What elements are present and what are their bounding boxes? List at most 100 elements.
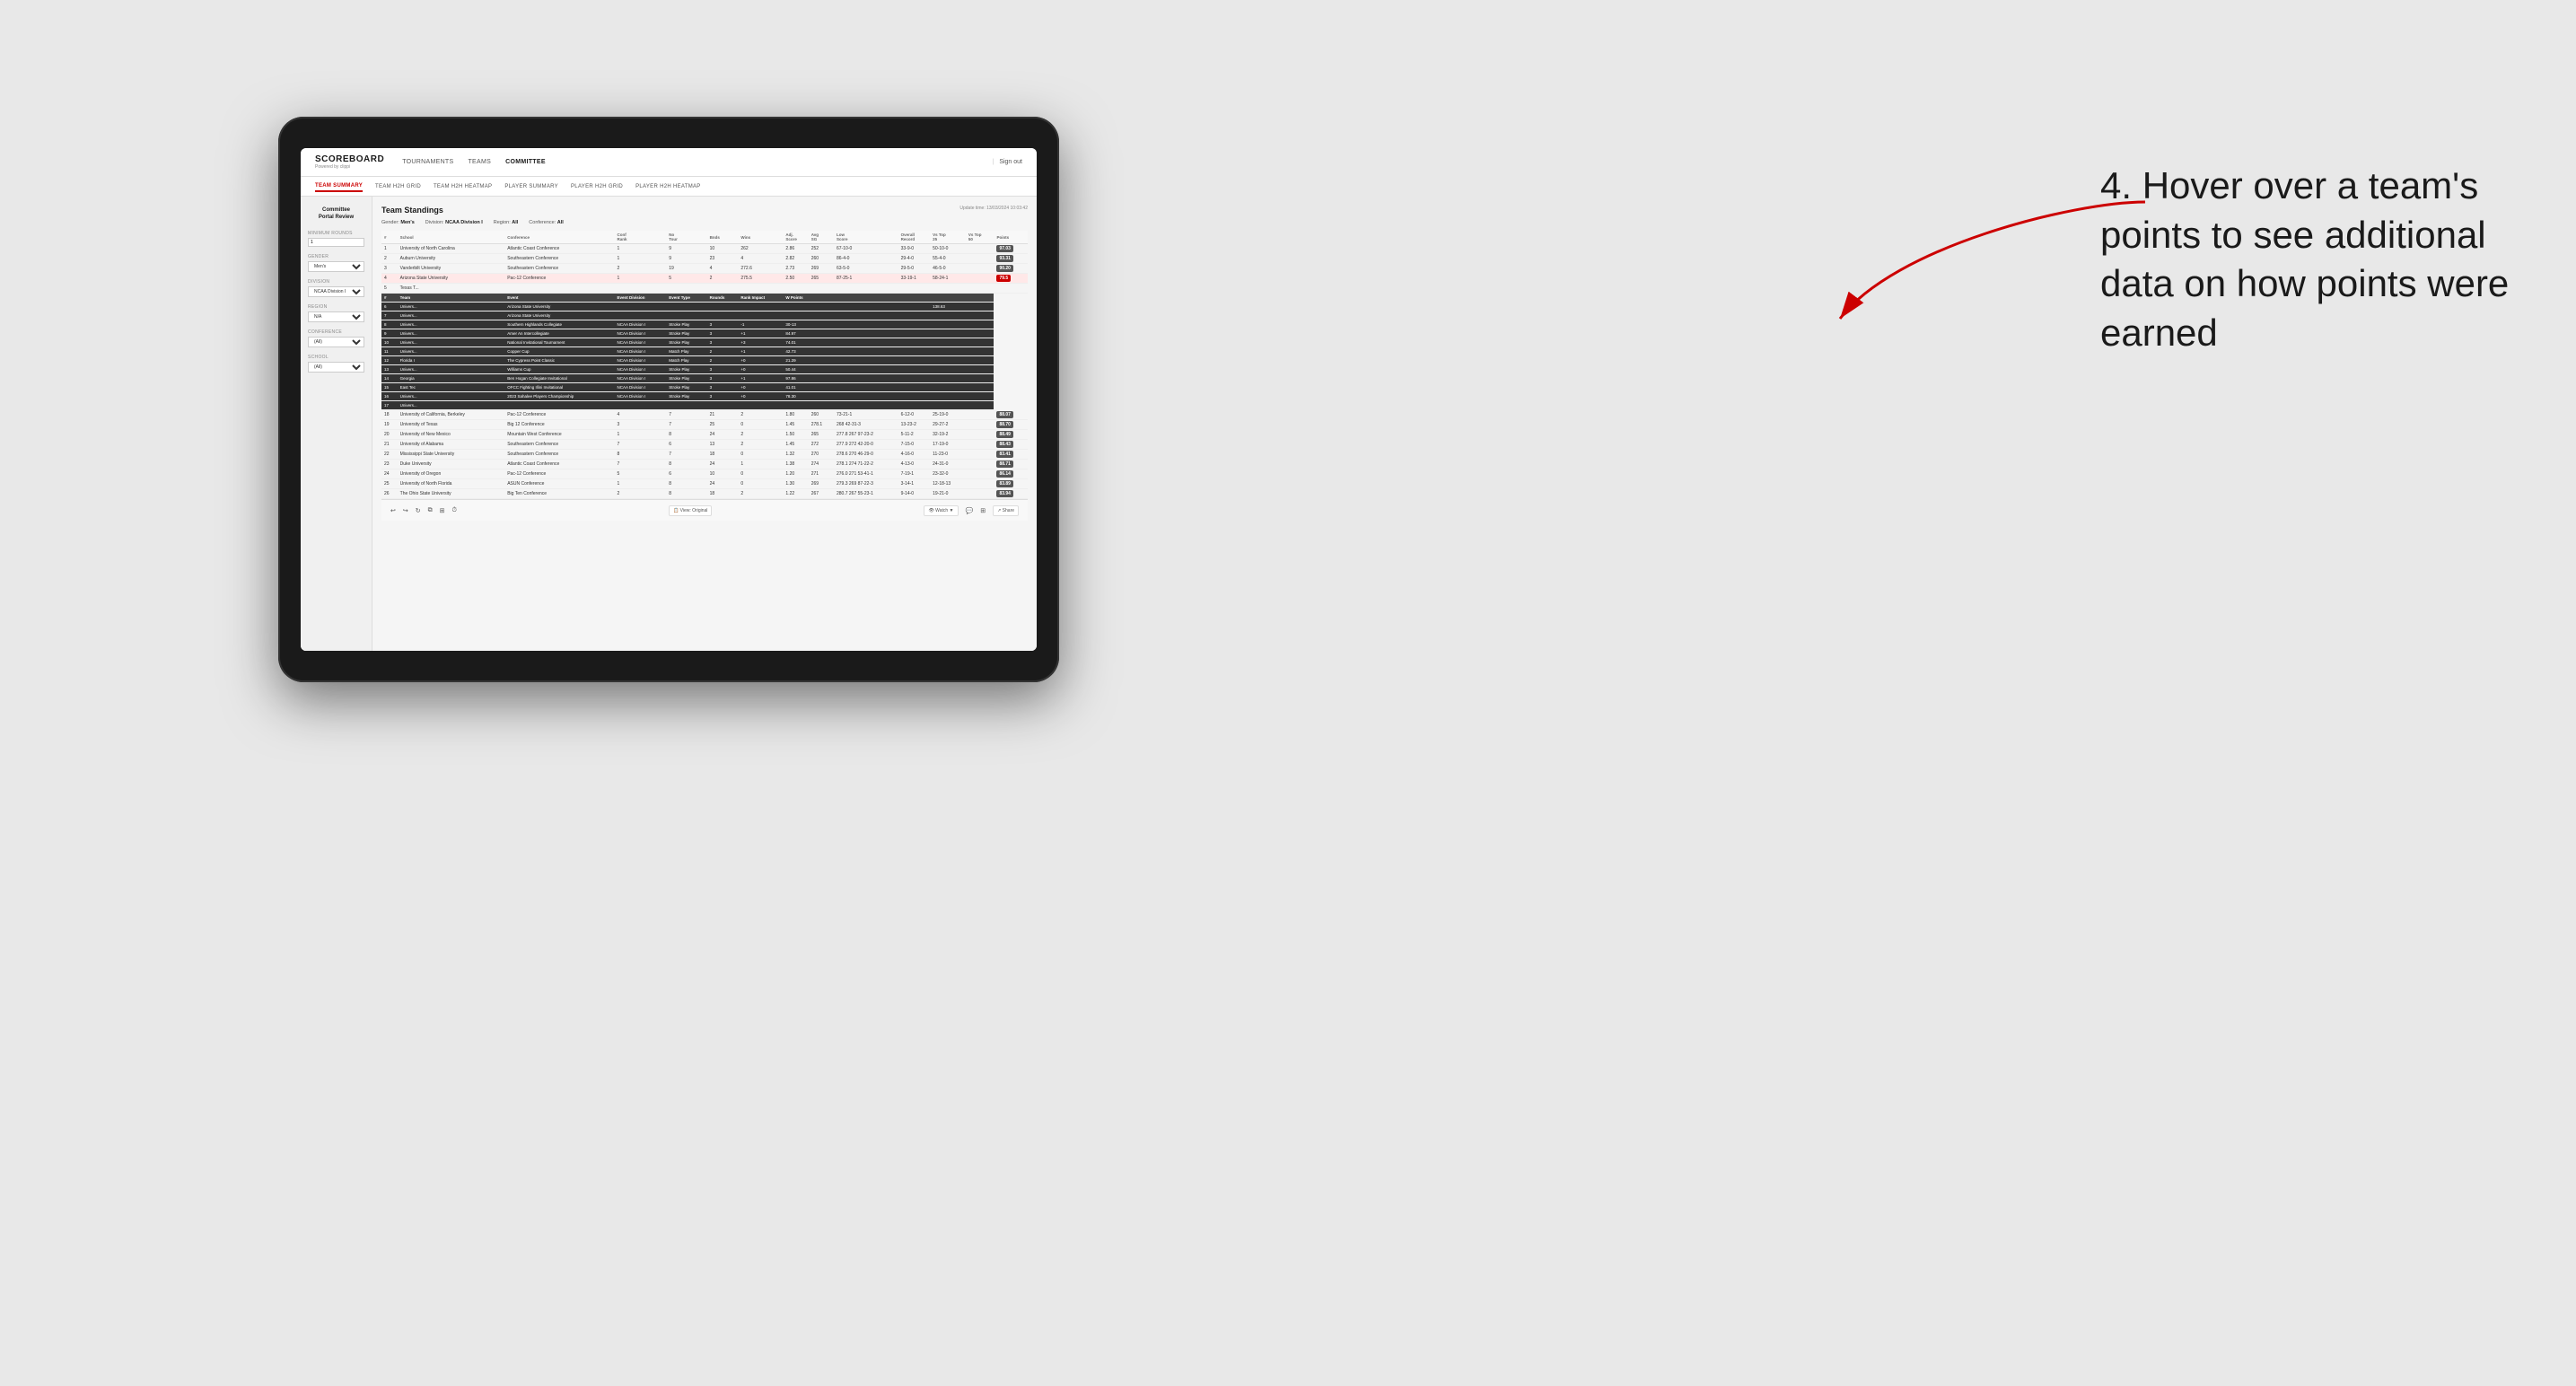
content-area: Team Standings Update time: 13/03/2024 1…: [372, 197, 1037, 651]
bottom-toolbar: ↩ ↪ ↻ ⧉ ⊞ ⏱ 📋 View: Original 👁 Watch ▼ 💬…: [381, 499, 1028, 521]
comment-icon[interactable]: 💬: [966, 507, 974, 514]
points-badge[interactable]: 86.14: [996, 470, 1013, 478]
sub-nav-player-h2h-grid[interactable]: PLAYER H2H GRID: [571, 182, 623, 191]
clock-icon[interactable]: ⏱: [452, 507, 457, 514]
conference-filter: Conference: All: [529, 220, 564, 225]
points-badge[interactable]: 90.20: [996, 265, 1013, 272]
app-header: SCOREBOARD Powered by clippi TOURNAMENTS…: [301, 148, 1037, 177]
sub-nav-team-h2h-heatmap[interactable]: TEAM H2H HEATMAP: [434, 182, 492, 191]
tooltip-row: 14 Georgia Ben Hogan Collegiate Invitati…: [381, 374, 1028, 383]
gender-filter: Gender: Men's: [381, 220, 415, 225]
points-badge[interactable]: 88.71: [996, 461, 1013, 468]
app-logo: SCOREBOARD: [315, 154, 384, 164]
table-header-row: # School Conference ConfRank NoTour Bnds…: [381, 231, 1028, 244]
points-badge-highlighted[interactable]: 79.5: [996, 275, 1011, 282]
col-avg-sg: AvgSG: [809, 231, 834, 244]
view-original-button[interactable]: 📋 View: Original: [669, 505, 712, 516]
sign-out-button[interactable]: Sign out: [999, 159, 1022, 165]
content-header: Team Standings Update time: 13/03/2024 1…: [381, 206, 1028, 215]
undo-icon[interactable]: ↩: [390, 507, 396, 514]
conference-select[interactable]: (All): [308, 337, 364, 347]
tooltip-row: 9 Univers... Amer An Intercollegiate NCA…: [381, 329, 1028, 338]
tooltip-row: 7 Univers... Arizona State University: [381, 311, 1028, 320]
points-badge[interactable]: 83.89: [996, 480, 1013, 487]
col-overall: OverallRecord: [898, 231, 931, 244]
table-row[interactable]: 2 Auburn University Southeastern Confere…: [381, 254, 1028, 264]
table-row[interactable]: 22 Mississippi State University Southeas…: [381, 450, 1028, 460]
table-row[interactable]: 3 Vanderbilt University Southeastern Con…: [381, 264, 1028, 274]
region-select[interactable]: N/A: [308, 311, 364, 322]
tablet-screen: SCOREBOARD Powered by clippi TOURNAMENTS…: [301, 148, 1037, 651]
min-rounds-input[interactable]: [308, 238, 364, 247]
table-row[interactable]: 25 University of North Florida ASUN Conf…: [381, 479, 1028, 489]
points-badge[interactable]: 97.03: [996, 245, 1013, 252]
standings-title: Team Standings: [381, 206, 443, 215]
col-wins: Wins: [738, 231, 783, 244]
watch-button[interactable]: 👁 Watch ▼: [924, 505, 958, 516]
division-filter: Division: NCAA Division I: [425, 220, 483, 225]
col-rank: #: [381, 231, 398, 244]
sub-nav-player-h2h-heatmap[interactable]: PLAYER H2H HEATMAP: [635, 182, 701, 191]
points-badge[interactable]: 83.41: [996, 451, 1013, 458]
redo-icon[interactable]: ↪: [403, 507, 408, 514]
share-button[interactable]: ↗ Share: [993, 505, 1019, 516]
sub-nav-player-summary[interactable]: PLAYER SUMMARY: [504, 182, 558, 191]
nav-committee[interactable]: COMMITTEE: [505, 157, 546, 167]
paste-icon[interactable]: ⊞: [440, 507, 445, 514]
table-row[interactable]: 24 University of Oregon Pac-12 Conferenc…: [381, 469, 1028, 479]
annotation-arrow: [1804, 175, 2163, 355]
points-badge[interactable]: 93.31: [996, 255, 1013, 262]
school-select[interactable]: (All): [308, 362, 364, 373]
standings-table: # School Conference ConfRank NoTour Bnds…: [381, 231, 1028, 499]
points-badge[interactable]: 88.70: [996, 421, 1013, 428]
col-adj-score: Adj.Score: [783, 231, 808, 244]
tooltip-row: 15 East Tec OFCC Fighting Illini Invitat…: [381, 383, 1028, 392]
filter-row: Gender: Men's Division: NCAA Division I …: [381, 220, 1028, 225]
main-content: CommitteePortal Review Minimum Rounds Ge…: [301, 197, 1037, 651]
sidebar-region: Region N/A: [308, 304, 364, 322]
table-row[interactable]: 1 University of North Carolina Atlantic …: [381, 244, 1028, 254]
points-badge[interactable]: 88.07: [996, 411, 1013, 418]
nav-teams[interactable]: TEAMS: [468, 157, 491, 167]
division-select[interactable]: NCAA Division I: [308, 286, 364, 297]
col-points: Points: [994, 231, 1028, 244]
update-time: Update time: 13/03/2024 10:03:42: [959, 206, 1028, 211]
tooltip-row: 8 Univers... Southern Highlands Collegia…: [381, 320, 1028, 329]
table-row[interactable]: 26 The Ohio State University Big Ten Con…: [381, 489, 1028, 499]
table-row-highlighted[interactable]: 4 Arizona State University Pac-12 Confer…: [381, 274, 1028, 284]
region-filter: Region: All: [494, 220, 519, 225]
refresh-icon[interactable]: ↻: [416, 507, 421, 514]
tooltip-row: 10 Univers... National Invitational Tour…: [381, 338, 1028, 347]
grid-icon[interactable]: ⊞: [980, 507, 986, 514]
table-row[interactable]: 18 University of California, Berkeley Pa…: [381, 410, 1028, 420]
sidebar-min-rounds: Minimum Rounds: [308, 231, 364, 247]
col-conf-rank: ConfRank: [615, 231, 667, 244]
points-badge[interactable]: 88.49: [996, 431, 1013, 438]
sidebar-division: Division NCAA Division I: [308, 279, 364, 297]
table-row[interactable]: 5 Texas T...: [381, 284, 1028, 294]
tooltip-row: 11 Univers... Copper Cup NCAA Division I…: [381, 347, 1028, 356]
sub-nav-team-summary[interactable]: TEAM SUMMARY: [315, 181, 363, 192]
tooltip-row: 6 Univers... Arizona State University 13…: [381, 303, 1028, 311]
col-low: LowScore: [834, 231, 898, 244]
table-row[interactable]: 19 University of Texas Big 12 Conference…: [381, 420, 1028, 430]
nav-tournaments[interactable]: TOURNAMENTS: [402, 157, 453, 167]
sub-nav: TEAM SUMMARY TEAM H2H GRID TEAM H2H HEAT…: [301, 177, 1037, 197]
tooltip-header-row: # Team Event Event Division Event Type R…: [381, 294, 1028, 303]
logo-area: SCOREBOARD Powered by clippi: [315, 154, 384, 170]
copy-icon[interactable]: ⧉: [428, 507, 433, 514]
points-badge[interactable]: 83.94: [996, 490, 1013, 497]
annotation-text: 4. Hover over a team's points to see add…: [2100, 162, 2549, 357]
tooltip-row: 13 Univers... Williams Cup NCAA Division…: [381, 365, 1028, 374]
table-row[interactable]: 20 University of New Mexico Mountain Wes…: [381, 430, 1028, 440]
gender-select[interactable]: Men's: [308, 261, 364, 272]
sidebar-school: School (All): [308, 355, 364, 373]
sub-nav-team-h2h-grid[interactable]: TEAM H2H GRID: [375, 182, 421, 191]
tooltip-row: 12 Florida I The Cypress Point Classic N…: [381, 356, 1028, 365]
points-badge[interactable]: 88.43: [996, 441, 1013, 448]
table-row[interactable]: 23 Duke University Atlantic Coast Confer…: [381, 460, 1028, 469]
col-vs25: Vs Top25: [930, 231, 966, 244]
col-conference: Conference: [504, 231, 614, 244]
sidebar-gender: Gender Men's: [308, 254, 364, 272]
table-row[interactable]: 21 University of Alabama Southeastern Co…: [381, 440, 1028, 450]
